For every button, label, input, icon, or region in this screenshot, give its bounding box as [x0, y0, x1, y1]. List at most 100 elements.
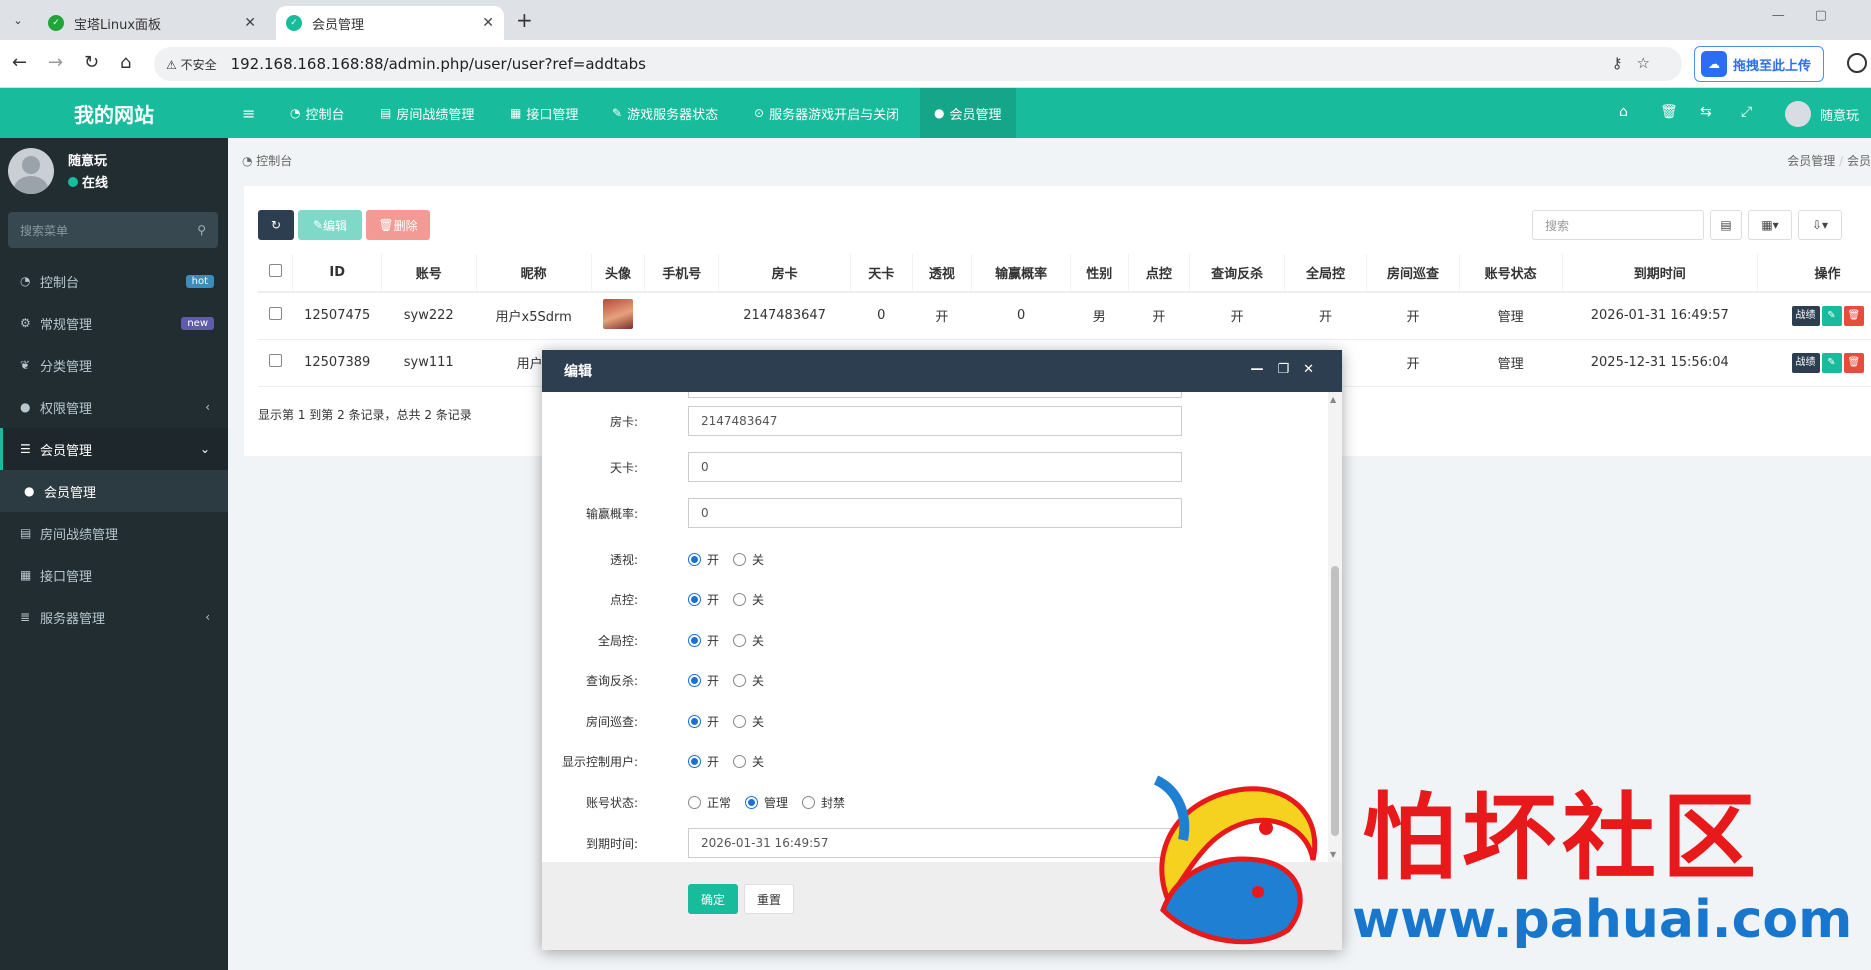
- radio-on[interactable]: 开: [688, 591, 719, 608]
- sidebar-subitem-members[interactable]: ● 会员管理: [0, 470, 228, 512]
- browser-tab-baota[interactable]: ✓ 宝塔Linux面板 ✕: [38, 6, 266, 40]
- sidebar-item-category[interactable]: ❦ 分类管理: [0, 344, 228, 386]
- topnav-server-status[interactable]: ✎ 游戏服务器状态: [612, 88, 718, 138]
- sidebar-item-dashboard[interactable]: ◔ 控制台 hot: [0, 260, 228, 302]
- col-header[interactable]: 头像: [591, 254, 646, 293]
- radio-dot[interactable]: [688, 674, 701, 687]
- expire-field[interactable]: 2026-01-31 16:49:57: [688, 828, 1182, 858]
- checkbox[interactable]: [268, 307, 282, 321]
- radio-dot[interactable]: [688, 715, 701, 728]
- key-and-star-icons[interactable]: ⚷☆: [1612, 54, 1664, 72]
- radio-dot[interactable]: [802, 796, 816, 809]
- record-button[interactable]: 战绩: [1791, 305, 1820, 326]
- row-checkbox[interactable]: [258, 292, 293, 340]
- breadcrumb-current[interactable]: 会员管理: [1787, 154, 1835, 168]
- delete-row-button[interactable]: 🗑: [1843, 305, 1864, 326]
- home-icon[interactable]: ⌂: [120, 52, 131, 73]
- search-icon[interactable]: ⚲: [197, 223, 206, 237]
- radio-off[interactable]: 关: [733, 551, 764, 568]
- avatar[interactable]: [602, 298, 633, 329]
- col-header[interactable]: 手机号: [644, 254, 720, 293]
- scroll-up-icon[interactable]: ▲: [1330, 395, 1336, 404]
- day-card-field[interactable]: 0: [688, 452, 1182, 482]
- columns-button[interactable]: ▦▾: [1748, 210, 1792, 240]
- sidebar-item-members[interactable]: ☰ 会员管理 ⌄: [0, 428, 228, 470]
- radio-on[interactable]: 开: [688, 551, 719, 568]
- tab-search-button[interactable]: ⌄: [6, 8, 30, 32]
- col-header[interactable]: 昵称: [476, 254, 592, 293]
- topnav-api[interactable]: ▦ 接口管理: [510, 88, 578, 138]
- language-icon[interactable]: ⇆: [1700, 104, 1712, 120]
- modal-window-controls[interactable]: —❐✕: [1250, 362, 1328, 377]
- radio-dot[interactable]: [733, 715, 747, 728]
- edit-row-button[interactable]: ✎: [1821, 305, 1842, 326]
- reset-button[interactable]: 重置: [744, 884, 794, 914]
- radio-dot[interactable]: [688, 553, 701, 566]
- url-field[interactable]: ⚠ 不安全 192.168.168.168:88/admin.php/user/…: [154, 47, 1682, 81]
- radio-on[interactable]: 开: [688, 672, 719, 689]
- delete-row-button[interactable]: 🗑: [1843, 352, 1864, 373]
- radio-on[interactable]: 开: [688, 753, 719, 770]
- sidebar-search-input[interactable]: 搜索菜单 ⚲: [8, 212, 218, 248]
- breadcrumb-home[interactable]: ◔ 控制台: [242, 152, 292, 169]
- forward-icon[interactable]: →: [48, 52, 63, 73]
- record-button[interactable]: 战绩: [1791, 352, 1820, 373]
- radio-normal[interactable]: 正常: [688, 794, 731, 811]
- minimize-icon[interactable]: —: [1250, 362, 1277, 377]
- radio-dot[interactable]: [688, 755, 701, 768]
- modal-header[interactable]: 编辑 —❐✕: [542, 350, 1342, 392]
- window-controls[interactable]: —▢: [1772, 8, 1857, 23]
- refresh-button[interactable]: ↻: [258, 210, 294, 240]
- col-header[interactable]: 查询反杀: [1189, 254, 1285, 293]
- sidebar-item-general[interactable]: ⚙ 常规管理 new: [0, 302, 228, 344]
- radio-dot[interactable]: [688, 796, 701, 809]
- edit-row-button[interactable]: ✎: [1821, 352, 1842, 373]
- radio-dot[interactable]: [745, 796, 759, 809]
- maximize-icon[interactable]: ❐: [1277, 362, 1303, 377]
- row-checkbox[interactable]: [258, 339, 293, 387]
- back-icon[interactable]: ←: [12, 52, 27, 73]
- new-tab-button[interactable]: +: [516, 8, 533, 32]
- radio-dot[interactable]: [733, 593, 747, 606]
- reload-icon[interactable]: ↻: [84, 52, 99, 73]
- topnav-dashboard[interactable]: ◔ 控制台: [290, 88, 345, 138]
- delete-button[interactable]: 🗑 删除: [366, 210, 430, 240]
- export-button[interactable]: ⇩▾: [1798, 210, 1842, 240]
- radio-banned[interactable]: 封禁: [802, 794, 845, 811]
- sidebar-item-server[interactable]: ≣ 服务器管理 ‹: [0, 596, 228, 638]
- col-header[interactable]: ID: [292, 254, 382, 293]
- table-search-input[interactable]: 搜索: [1532, 210, 1704, 240]
- checkbox[interactable]: [268, 264, 282, 277]
- header-user-name[interactable]: 随意玩: [1820, 105, 1859, 124]
- radio-dot[interactable]: [733, 755, 747, 768]
- radio-on[interactable]: 开: [688, 632, 719, 649]
- checkbox[interactable]: [268, 354, 282, 367]
- col-header[interactable]: 性别: [1070, 254, 1129, 293]
- radio-off[interactable]: 关: [733, 713, 764, 730]
- close-icon[interactable]: ✕: [244, 15, 256, 31]
- edit-button[interactable]: ✎ 编辑: [298, 210, 362, 240]
- win-rate-field[interactable]: 0: [688, 498, 1182, 528]
- radio-dot[interactable]: [733, 634, 747, 647]
- sidebar-item-auth[interactable]: ● 权限管理 ‹: [0, 386, 228, 428]
- radio-dot[interactable]: [688, 593, 701, 606]
- topnav-room-record[interactable]: ▤ 房间战绩管理: [380, 88, 474, 138]
- radio-dot[interactable]: [688, 634, 701, 647]
- upload-extension-button[interactable]: ☁ 拖拽至此上传: [1694, 46, 1824, 82]
- col-header[interactable]: 房卡: [718, 254, 851, 293]
- trash-icon[interactable]: 🗑: [1660, 104, 1678, 120]
- site-logo[interactable]: 我的网站: [0, 88, 228, 138]
- select-all-checkbox[interactable]: [258, 254, 294, 293]
- col-header[interactable]: 房间巡查: [1366, 254, 1460, 293]
- sidebar-item-api[interactable]: ▦ 接口管理: [0, 554, 228, 596]
- col-header[interactable]: 账号状态: [1459, 254, 1563, 293]
- radio-off[interactable]: 关: [733, 753, 764, 770]
- col-header[interactable]: 天卡: [850, 254, 913, 293]
- menu-toggle-icon[interactable]: ≡: [242, 88, 255, 138]
- radio-off[interactable]: 关: [733, 632, 764, 649]
- col-header[interactable]: 到期时间: [1562, 254, 1759, 293]
- col-header[interactable]: 全局控: [1284, 254, 1368, 293]
- col-header[interactable]: 账号: [381, 254, 477, 293]
- fullscreen-icon[interactable]: ⤢: [1741, 104, 1752, 120]
- col-header[interactable]: 输赢概率: [971, 254, 1071, 293]
